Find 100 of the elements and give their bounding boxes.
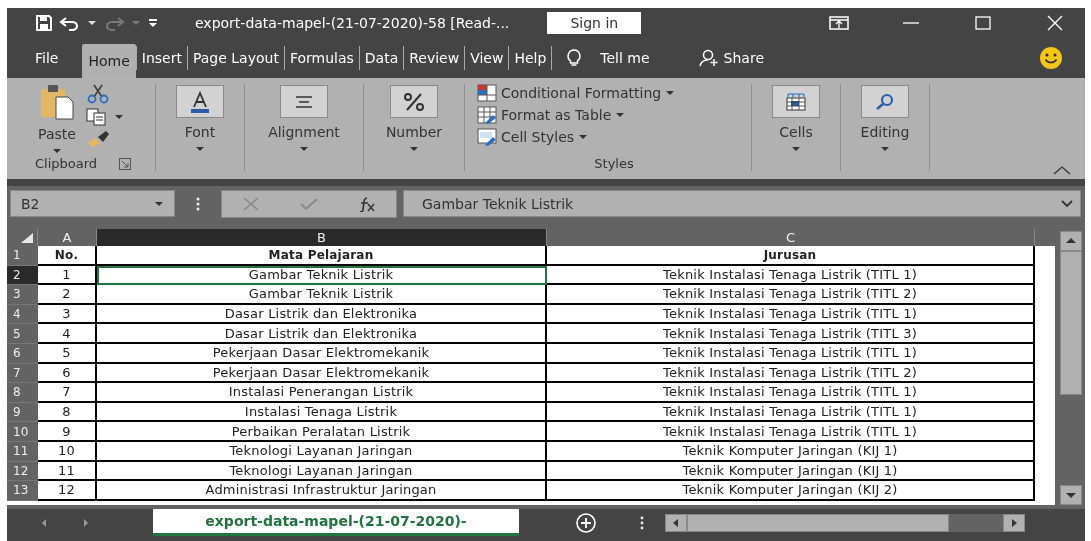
conditional-formatting-icon — [477, 84, 497, 102]
caret-icon — [131, 20, 141, 26]
row-header[interactable]: 5 — [7, 324, 38, 344]
share-button[interactable]: Share — [697, 49, 764, 67]
collapse-ribbon-icon[interactable] — [1053, 165, 1071, 175]
align-center-icon — [293, 93, 315, 110]
close-icon[interactable] — [1045, 15, 1065, 31]
caret-icon — [195, 146, 205, 152]
paste-button[interactable]: Paste — [38, 84, 76, 154]
row-header[interactable]: 3 — [7, 285, 38, 305]
tell-me-button[interactable]: Tell me — [566, 48, 650, 68]
formula-field[interactable]: Gambar Teknik Listrik — [403, 190, 1081, 217]
scroll-up-icon[interactable] — [1060, 231, 1082, 251]
scroll-thumb[interactable] — [1060, 251, 1082, 395]
more-options-icon[interactable] — [195, 195, 201, 212]
expand-icon[interactable] — [1060, 198, 1074, 209]
window-title: export-data-mapel-(21-07-2020)-58 [Read-... — [195, 15, 510, 31]
font-button[interactable]: Font — [176, 85, 224, 152]
table-cell: Teknik Instalasi Tenaga Listrik (TITL 1) — [547, 265, 1035, 286]
ribbon-tab[interactable]: Home — [82, 44, 136, 78]
table-cell: Jurusan — [547, 246, 1035, 266]
table-cell: Gambar Teknik Listrik — [97, 265, 547, 286]
ribbon-tab[interactable]: Insert — [136, 38, 187, 78]
next-sheet-icon[interactable] — [81, 517, 91, 528]
clipboard-icon — [40, 84, 74, 120]
cells-button[interactable]: Cells — [772, 85, 820, 152]
caret-icon — [880, 146, 890, 152]
table-cell: 5 — [38, 343, 97, 364]
dialog-launcher-icon[interactable] — [119, 157, 132, 170]
lightbulb-icon — [566, 48, 583, 68]
number-button[interactable]: Number — [385, 85, 443, 152]
paste-label: Paste — [38, 126, 76, 142]
search-icon — [874, 92, 896, 111]
horizontal-scrollbar[interactable] — [665, 513, 1025, 532]
copy-icon[interactable] — [85, 108, 108, 126]
scroll-thumb[interactable] — [687, 513, 949, 532]
cancel-icon — [241, 195, 261, 212]
row-header[interactable]: 13 — [7, 481, 38, 501]
percent-icon — [402, 91, 426, 112]
ribbon-tab[interactable]: Formulas — [284, 38, 359, 78]
add-sheet-icon[interactable] — [575, 511, 597, 534]
style-menu-button[interactable]: Conditional Formatting — [477, 84, 676, 102]
row-header[interactable]: 8 — [7, 383, 38, 403]
function-icon[interactable] — [357, 195, 377, 212]
caret-icon — [113, 114, 124, 120]
caret-icon — [154, 200, 164, 207]
paintbrush-icon[interactable] — [85, 130, 110, 148]
ribbon-tab[interactable]: Data — [359, 38, 404, 78]
more-options-icon[interactable] — [639, 515, 645, 530]
table-cell: Teknik Instalasi Tenaga Listrik (TITL 1) — [547, 304, 1035, 325]
ribbon-tab[interactable]: File — [7, 38, 83, 78]
group-label: Styles — [594, 156, 634, 171]
table-cell: Teknik Instalasi Tenaga Listrik (TITL 3) — [547, 324, 1035, 344]
table-cell: Teknik Instalasi Tenaga Listrik (TITL 1) — [547, 343, 1035, 364]
share-label: Share — [723, 50, 764, 66]
menu-label: Format as Table — [501, 107, 612, 123]
sheet-tab[interactable]: export-data-mapel-(21-07-2020)- — [153, 509, 519, 536]
table-cell: 6 — [38, 363, 97, 384]
ribbon-display-icon[interactable] — [829, 16, 849, 30]
maximize-icon[interactable] — [973, 16, 993, 30]
column-header[interactable]: B — [97, 229, 547, 246]
smiley-icon[interactable] — [1039, 46, 1063, 70]
button-label: Font — [184, 124, 216, 140]
customize-icon[interactable] — [147, 17, 159, 29]
table-cell: Teknik Komputer Jaringan (KIJ 2) — [547, 481, 1035, 501]
caret-icon — [615, 112, 626, 118]
table-cell: Teknik Komputer Jaringan (KIJ 1) — [547, 461, 1035, 482]
name-box[interactable]: B2 — [10, 190, 175, 217]
style-menu-button[interactable]: Format as Table — [477, 106, 676, 124]
row-header[interactable]: 10 — [7, 422, 38, 442]
table-cell: Teknik Instalasi Tenaga Listrik (TITL 1) — [547, 422, 1035, 442]
editing-button[interactable]: Editing — [860, 85, 910, 152]
undo-icon[interactable] — [59, 15, 81, 31]
person-add-icon — [697, 49, 720, 67]
table-cell: 11 — [38, 461, 97, 482]
row-header[interactable]: 1 — [7, 246, 38, 266]
scroll-right-icon[interactable] — [1003, 513, 1025, 532]
sign-in-button[interactable]: Sign in — [547, 12, 642, 34]
ribbon-tab[interactable]: Page Layout — [187, 38, 284, 78]
alignment-button[interactable]: Alignment — [268, 85, 340, 152]
save-icon[interactable] — [35, 14, 53, 32]
style-menu-button[interactable]: Cell Styles — [477, 128, 676, 146]
scroll-left-icon[interactable] — [665, 513, 687, 532]
caret-icon — [409, 146, 419, 152]
menu-label: Cell Styles — [501, 129, 575, 145]
ribbon-tab[interactable]: Help — [509, 38, 552, 78]
ribbon-tab[interactable]: Review — [404, 38, 465, 78]
table-cell: 8 — [38, 402, 97, 423]
table-cell: Dasar Listrik dan Elektronika — [97, 304, 547, 325]
scroll-down-icon[interactable] — [1060, 485, 1082, 505]
ribbon-tab[interactable]: View — [465, 38, 509, 78]
select-all-icon[interactable] — [20, 232, 34, 244]
table-cell: Teknologi Layanan Jaringan — [97, 461, 547, 482]
table-cell: Teknik Instalasi Tenaga Listrik (TITL 2) — [547, 363, 1035, 384]
caret-icon — [299, 146, 309, 152]
button-label: Cells — [779, 124, 813, 140]
vertical-scrollbar[interactable] — [1058, 229, 1084, 505]
scissors-icon[interactable] — [85, 84, 110, 104]
table-cell: 3 — [38, 304, 97, 325]
table-cell: Gambar Teknik Listrik — [97, 285, 547, 305]
